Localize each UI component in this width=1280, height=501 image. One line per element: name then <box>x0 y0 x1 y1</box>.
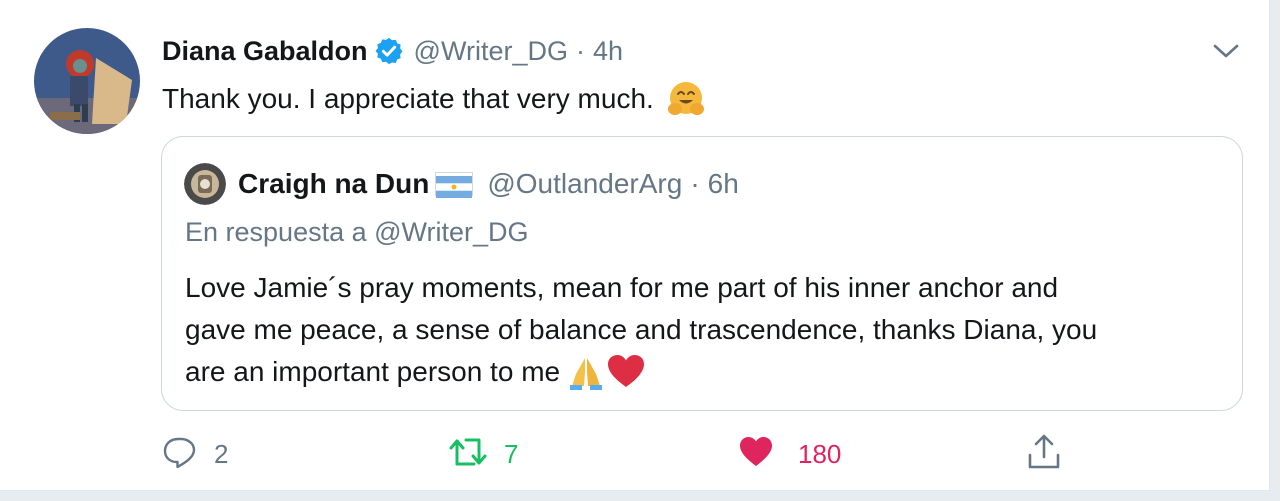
retweet-count: 7 <box>504 438 519 469</box>
quoted-author-handle[interactable]: @OutlanderArg <box>487 168 682 200</box>
chevron-down-icon[interactable] <box>1210 38 1242 64</box>
quoted-text-line-last: are an important person to me <box>185 351 1225 393</box>
share-icon <box>1026 433 1062 476</box>
hugging-face-emoji-icon <box>666 79 706 119</box>
header-separator: · <box>575 35 585 66</box>
like-count: 180 <box>798 438 842 469</box>
verified-badge-icon <box>374 36 404 66</box>
author-avatar[interactable] <box>34 28 140 134</box>
tweet-text-content: Thank you. I appreciate that very much. <box>162 83 654 114</box>
quoted-author-avatar[interactable] <box>184 163 226 205</box>
quoted-tweet-timestamp[interactable]: 6h <box>708 168 739 200</box>
quoted-text-line: gave me peace, a sense of balance and tr… <box>185 314 1098 345</box>
argentina-flag-icon <box>435 172 474 198</box>
quoted-text-line: Love Jamie´s pray moments, mean for me p… <box>185 272 1059 303</box>
tweet-timestamp[interactable]: 4h <box>593 36 623 67</box>
heart-icon <box>738 435 774 474</box>
folded-hands-emoji-icon <box>566 352 606 392</box>
tweet-header: Diana Gabaldon @Writer_DG · 4h <box>162 33 623 69</box>
author-name[interactable]: Diana Gabaldon <box>162 36 368 67</box>
reply-to-label[interactable]: En respuesta a @Writer_DG <box>185 217 529 248</box>
tweet-card[interactable]: Diana Gabaldon @Writer_DG · 4h Thank you… <box>0 0 1270 491</box>
quoted-author-name[interactable]: Craigh na Dun <box>238 168 429 200</box>
quoted-tweet[interactable]: Craigh na Dun @OutlanderArg · 6h En resp… <box>161 136 1243 411</box>
quoted-text-line: are an important person to me <box>185 356 561 387</box>
retweet-button[interactable]: 7 <box>448 432 518 476</box>
quoted-tweet-header: Craigh na Dun @OutlanderArg · 6h <box>184 163 739 205</box>
reply-icon <box>162 434 198 475</box>
red-heart-emoji-icon <box>606 352 646 392</box>
reply-count: 2 <box>214 438 229 469</box>
share-button[interactable] <box>1026 432 1062 476</box>
quoted-header-separator: · <box>690 168 700 199</box>
quoted-tweet-text: Love Jamie´s pray moments, mean for me p… <box>185 267 1225 393</box>
retweet-icon <box>448 434 488 475</box>
author-handle[interactable]: @Writer_DG <box>414 36 568 67</box>
reply-button[interactable]: 2 <box>162 432 228 476</box>
tweet-text: Thank you. I appreciate that very much. <box>162 79 706 119</box>
like-button[interactable]: 180 <box>738 432 841 476</box>
